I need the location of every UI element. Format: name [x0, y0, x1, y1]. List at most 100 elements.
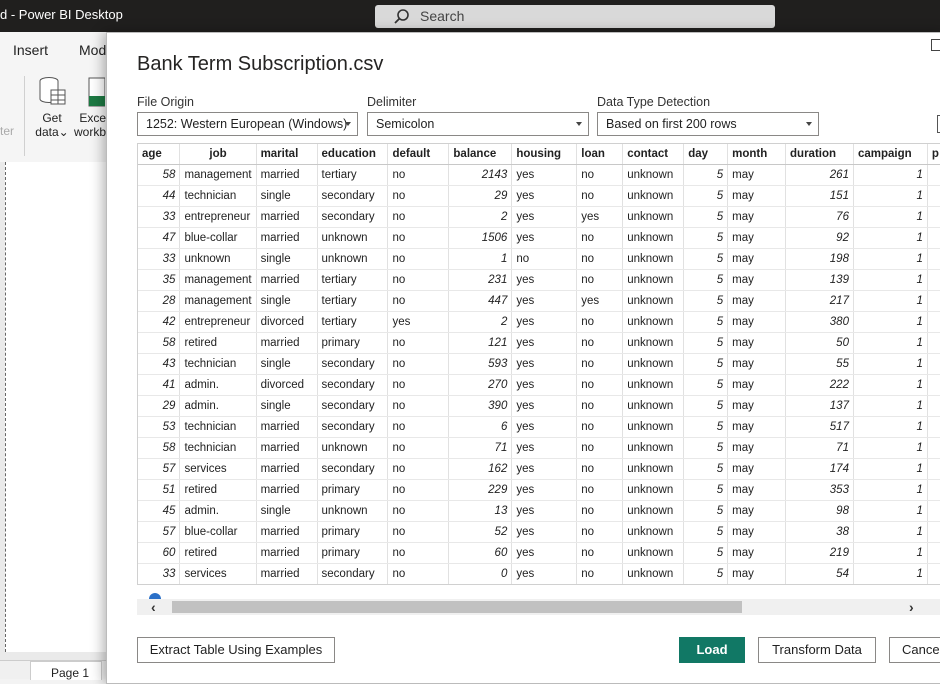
tab-insert[interactable]: Insert — [13, 42, 48, 58]
table-cell: 50 — [785, 332, 854, 354]
maximize-icon[interactable] — [931, 39, 940, 51]
table-cell: 5 — [683, 563, 729, 584]
tab-modeling[interactable]: Mod — [79, 42, 106, 58]
table-cell: unknown — [622, 521, 685, 543]
table-cell: 44 — [138, 185, 181, 207]
table-cell: admin. — [179, 395, 257, 417]
report-page[interactable] — [5, 162, 116, 652]
table-cell: 1 — [853, 227, 928, 249]
table-cell — [927, 500, 940, 522]
table-cell: 1 — [853, 437, 928, 459]
table-cell: technician — [179, 353, 257, 375]
table-cell: 390 — [448, 395, 513, 417]
table-cell: technician — [179, 416, 257, 438]
table-cell: 71 — [448, 437, 513, 459]
table-cell: management — [179, 290, 257, 312]
table-cell: may — [727, 374, 787, 396]
table-cell: secondary — [317, 353, 389, 375]
table-row: 33 unknown single unknown no 1 no no unknown 5 may… — [138, 248, 940, 270]
table-row: 28 management single tertiary no 447 yes yes unk… — [138, 290, 940, 312]
transform-data-button[interactable]: Transform Data — [758, 637, 876, 663]
table-cell: secondary — [317, 416, 389, 438]
table-cell: unknown — [317, 227, 389, 249]
scroll-right-icon[interactable]: › — [909, 599, 914, 615]
table-cell: 198 — [785, 248, 854, 270]
table-cell: yes — [511, 353, 578, 375]
table-cell: yes — [511, 227, 578, 249]
get-data-label: Get — [42, 111, 62, 125]
detection-select[interactable]: Based on first 200 rows — [597, 112, 819, 136]
excel-workbook-button[interactable]: Exce workb — [74, 76, 106, 139]
table-cell: 593 — [448, 353, 513, 375]
table-cell: no — [387, 290, 450, 312]
table-row: 43 technician single secondary no 593 yes no unk… — [138, 353, 940, 375]
table-row: 58 management married tertiary no 2143 yes no un… — [138, 164, 940, 186]
page-tab[interactable]: Page 1 — [30, 661, 102, 680]
get-data-button[interactable]: Get data⌄ — [34, 76, 70, 139]
table-cell: may — [727, 353, 787, 375]
table-cell: secondary — [317, 458, 389, 480]
table-cell: primary — [317, 332, 389, 354]
table-row: 33 services married secondary no 0 yes no unknow… — [138, 563, 940, 584]
csv-import-dialog: Bank Term Subscription.csv File Origin 1… — [106, 32, 940, 684]
table-cell: no — [576, 437, 624, 459]
table-cell: married — [256, 542, 318, 564]
table-cell: 1 — [853, 374, 928, 396]
file-origin-label: File Origin — [137, 95, 194, 109]
table-cell: 1 — [448, 248, 513, 270]
table-cell: no — [387, 164, 450, 186]
table-cell: yes — [511, 185, 578, 207]
table-cell: may — [727, 458, 787, 480]
table-cell: technician — [179, 437, 257, 459]
table-cell: 5 — [683, 269, 729, 291]
table-row: 41 admin. divorced secondary no 270 yes no unkno… — [138, 374, 940, 396]
scroll-left-icon[interactable]: ‹ — [151, 599, 156, 615]
column-header-contact: contact — [622, 144, 685, 165]
table-cell: yes — [576, 290, 624, 312]
table-cell — [927, 437, 940, 459]
file-origin-select[interactable]: 1252: Western European (Windows) — [137, 112, 358, 136]
table-cell: 219 — [785, 542, 854, 564]
table-cell: 42 — [138, 311, 181, 333]
table-cell: unknown — [622, 542, 685, 564]
extract-table-button[interactable]: Extract Table Using Examples — [137, 637, 335, 663]
table-cell: no — [387, 227, 450, 249]
table-row: 44 technician single secondary no 29 yes no unkn… — [138, 185, 940, 207]
table-row: 58 retired married primary no 121 yes no unknown… — [138, 332, 940, 354]
table-cell: 270 — [448, 374, 513, 396]
table-cell: entrepreneur — [179, 311, 257, 333]
chevron-down-icon — [576, 122, 582, 126]
cancel-button[interactable]: Cancel — [889, 637, 940, 663]
table-cell: may — [727, 206, 787, 228]
table-cell: no — [576, 185, 624, 207]
preview-table: age job marital education default balance hous… — [138, 144, 940, 584]
delimiter-select[interactable]: Semicolon — [367, 112, 589, 136]
table-cell: no — [387, 458, 450, 480]
table-cell: unknown — [317, 437, 389, 459]
scrollbar-thumb[interactable] — [172, 601, 742, 613]
detection-value: Based on first 200 rows — [606, 117, 737, 131]
load-button[interactable]: Load — [679, 637, 745, 663]
table-cell: unknown — [622, 437, 685, 459]
table-cell: unknown — [622, 332, 685, 354]
table-cell: 5 — [683, 374, 729, 396]
table-cell: 33 — [138, 206, 181, 228]
search-box[interactable]: Search — [375, 5, 775, 28]
table-cell: 162 — [448, 458, 513, 480]
table-cell: unknown — [622, 206, 685, 228]
table-cell: 1 — [853, 164, 928, 186]
table-cell: may — [727, 311, 787, 333]
horizontal-scrollbar[interactable]: ‹ › — [137, 599, 940, 615]
table-cell: 1 — [853, 185, 928, 207]
table-cell: divorced — [256, 374, 318, 396]
table-cell: 1 — [853, 458, 928, 480]
table-cell: 76 — [785, 206, 854, 228]
table-cell — [927, 458, 940, 480]
table-cell: 57 — [138, 458, 181, 480]
table-cell: married — [256, 416, 318, 438]
table-cell: 353 — [785, 479, 854, 501]
table-cell: 517 — [785, 416, 854, 438]
table-cell: 217 — [785, 290, 854, 312]
table-cell: 1 — [853, 479, 928, 501]
table-cell: no — [576, 269, 624, 291]
